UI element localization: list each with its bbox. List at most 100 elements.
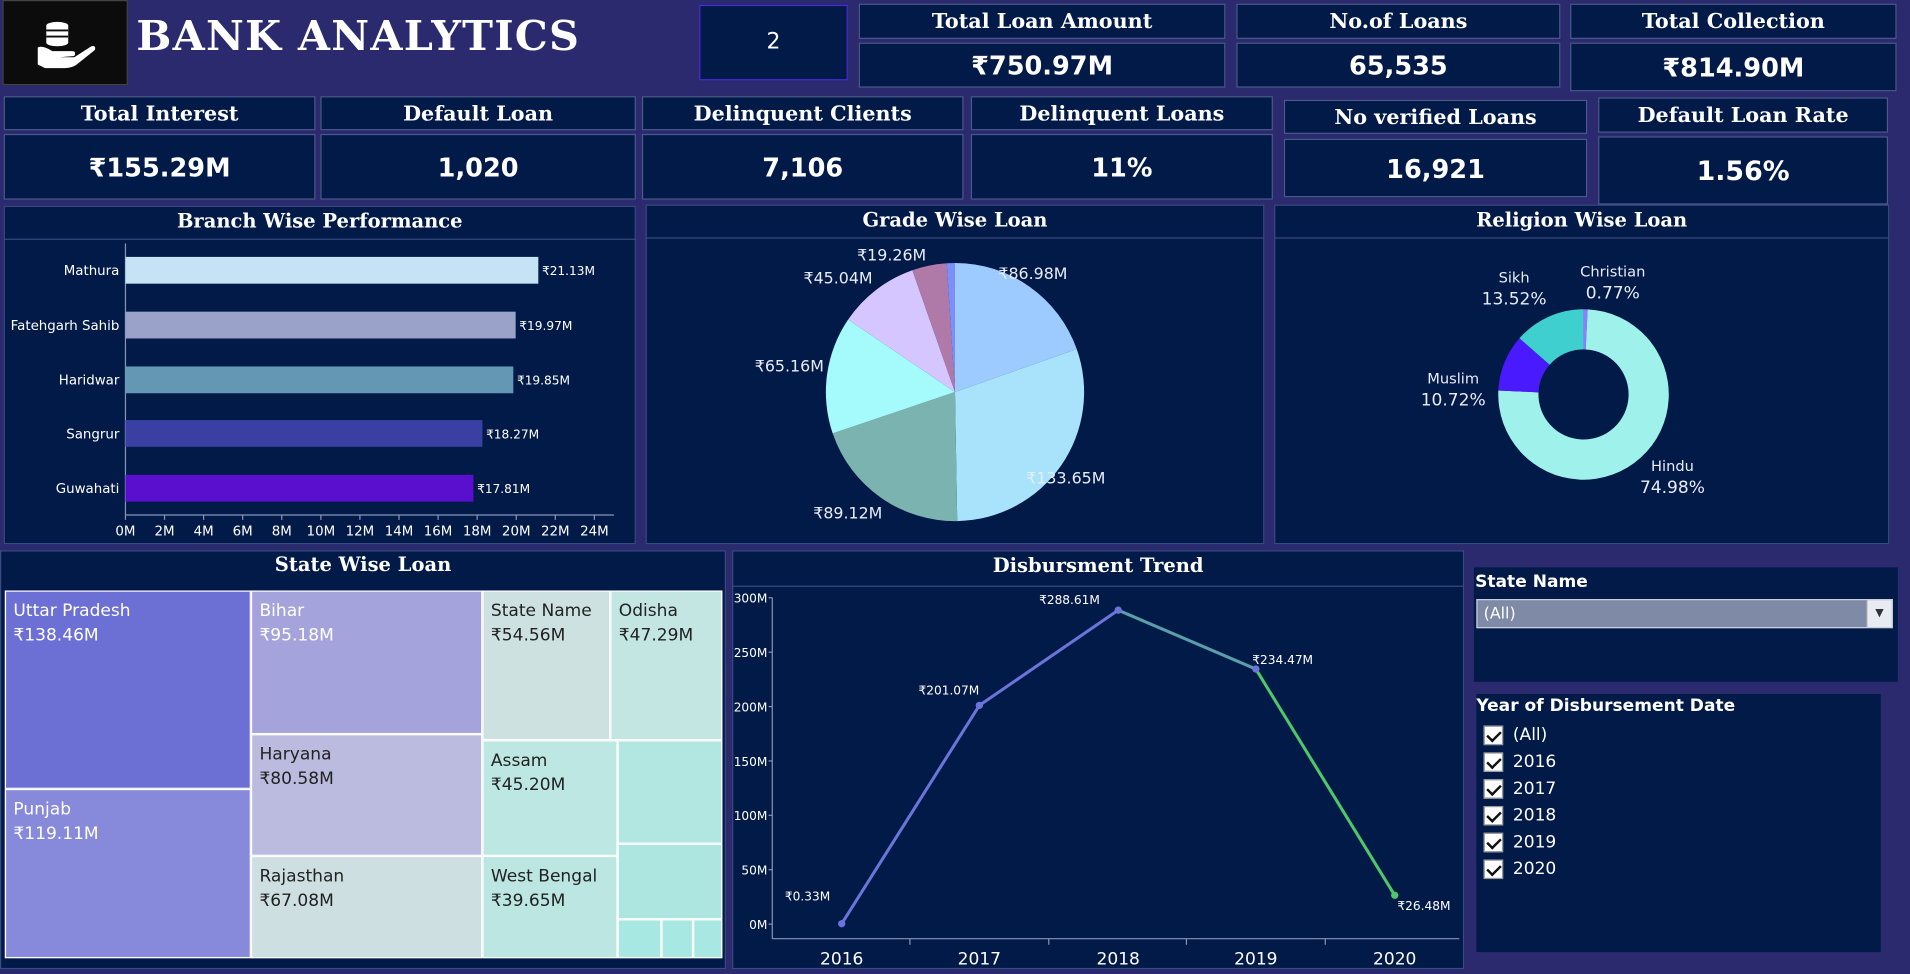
state-treemap: Uttar Pradesh ₹138.46M Punjab ₹119.11M B… [4, 590, 723, 959]
treemap-cell-label: Punjab [13, 799, 72, 820]
treemap-cell-label: Haryana [259, 745, 332, 765]
x-tick-label: 20M [502, 525, 531, 540]
checkbox-checked-icon[interactable] [1483, 805, 1504, 826]
branch-chart-title: Branch Wise Performance [3, 208, 636, 240]
bar-category-label: Haridwar [59, 374, 120, 389]
treemap-cell-rajasthan[interactable]: Rajasthan ₹67.08M [250, 855, 483, 959]
bar-guwahati [125, 474, 474, 502]
treemap-cell-unlabeled[interactable] [617, 843, 723, 920]
bar-category-label: Sangrur [66, 427, 120, 442]
treemap-cell-odisha[interactable]: Odisha ₹47.29M [610, 590, 723, 741]
trend-chart-title: Disbursment Trend [732, 553, 1465, 587]
bar-mathura [125, 256, 539, 284]
kpi-default-loan-rate-value: 1.56% [1598, 136, 1889, 205]
checkbox-checked-icon[interactable] [1483, 859, 1504, 880]
year-option-2019[interactable]: 2019 [1483, 832, 1557, 853]
bar-haridwar [125, 366, 514, 394]
year-option-label: 2019 [1512, 832, 1557, 853]
bar-fatehgarh-sahib [125, 311, 516, 339]
checkbox-checked-icon[interactable] [1483, 752, 1504, 772]
y-tick-label: 150M [734, 755, 768, 769]
checkbox-checked-icon[interactable] [1483, 832, 1504, 853]
year-option-2017[interactable]: 2017 [1483, 779, 1556, 799]
year-option-label: 2018 [1512, 805, 1557, 826]
trend-data-label: ₹201.07M [919, 683, 980, 697]
bar-category-label: Mathura [64, 264, 120, 279]
branch-bar-chart: Mathura ₹21.13M Fatehgarh Sahib ₹19.97M Hari… [11, 243, 614, 540]
treemap-cell-unlabeled[interactable] [693, 919, 723, 959]
state-filter-value: (All) [1483, 605, 1516, 624]
treemap-cell-assam[interactable]: Assam ₹45.20M [482, 740, 618, 856]
bar-data-label: ₹17.81M [477, 482, 530, 496]
treemap-cell-value: ₹67.08M [259, 891, 334, 911]
treemap-cell-label: Rajasthan [259, 866, 345, 887]
trend-point [1391, 891, 1399, 899]
state-filter-label: State Name [1475, 572, 1588, 592]
pie-slice-label: ₹19.26M [857, 246, 926, 265]
treemap-cell-value: ₹54.56M [490, 625, 566, 646]
checkbox-checked-icon[interactable] [1483, 779, 1504, 799]
chevron-down-icon[interactable]: ▼ [1866, 600, 1892, 628]
x-tick-label: 2018 [1097, 949, 1140, 969]
grade-pie-chart: ₹86.98M ₹133.65M ₹89.12M ₹65.16M ₹45.04M ₹19.… [755, 246, 1106, 523]
treemap-cell-value: ₹39.65M [490, 891, 566, 911]
pie-slice-label: ₹133.65M [1026, 468, 1105, 487]
treemap-cell-unlabeled[interactable] [617, 919, 662, 959]
treemap-cell-unlabeled[interactable] [661, 919, 694, 959]
kpi-default-loan-rate-title: Default Loan Rate [1598, 97, 1889, 133]
x-tick-label: 4M [194, 525, 214, 540]
kpi-no-verified-loans-title: No verified Loans [1283, 99, 1588, 134]
treemap-cell-value: ₹47.29M [618, 625, 694, 646]
year-option-all[interactable]: (All) [1483, 725, 1548, 746]
trend-line-segment [1254, 668, 1397, 897]
year-option-2016[interactable]: 2016 [1483, 752, 1556, 772]
treemap-cell-west-bengal[interactable]: West Bengal ₹39.65M [482, 855, 618, 959]
pie-slice-label: ₹89.12M [813, 504, 882, 523]
treemap-cell-uttar-pradesh[interactable]: Uttar Pradesh ₹138.46M [4, 590, 251, 789]
logo-box [2, 0, 128, 86]
donut-percent-label: 10.72% [1421, 390, 1486, 410]
kpi-total-interest-value: ₹155.29M [3, 133, 316, 200]
year-option-2018[interactable]: 2018 [1483, 805, 1557, 826]
donut-category-label: Muslim [1427, 371, 1479, 388]
donut-percent-label: 0.77% [1586, 283, 1640, 303]
treemap-cell-value: ₹138.46M [13, 625, 99, 646]
kpi-no-verified-loans-value: 16,921 [1283, 138, 1588, 198]
treemap-cell-label: West Bengal [490, 866, 598, 887]
treemap-cell-bihar[interactable]: Bihar ₹95.18M [250, 590, 483, 735]
x-tick-label: 2M [155, 525, 175, 540]
year-option-label: (All) [1512, 725, 1548, 746]
y-tick-label: 0M [749, 918, 767, 932]
bar-data-label: ₹19.85M [517, 374, 570, 388]
year-filter-label: Year of Disbursement Date [1476, 696, 1736, 716]
y-tick-label: 300M [734, 592, 768, 606]
y-tick-label: 250M [734, 646, 768, 660]
donut-category-label: Christian [1580, 263, 1645, 280]
kpi-total-loan-amount-title: Total Loan Amount [858, 3, 1226, 39]
state-filter-dropdown[interactable]: (All) ▼ [1476, 599, 1893, 629]
x-tick-label: 8M [272, 525, 292, 540]
bar-category-label: Guwahati [56, 482, 120, 497]
year-option-2020[interactable]: 2020 [1483, 859, 1556, 880]
x-tick-label: 10M [307, 525, 336, 540]
kpi-total-interest-title: Total Interest [3, 96, 316, 131]
donut-percent-label: 13.52% [1482, 289, 1547, 309]
state-chart-title: State Wise Loan [274, 552, 452, 576]
kpi-total-collection-title: Total Collection [1570, 3, 1897, 39]
pie-slice-label: ₹65.16M [755, 356, 824, 375]
trend-data-label: ₹288.61M [1039, 593, 1100, 607]
kpi-no-of-loans-title: No.of Loans [1236, 3, 1561, 39]
kpi-delinquent-clients-value: 7,106 [641, 133, 964, 200]
checkbox-checked-icon[interactable] [1483, 725, 1504, 746]
treemap-cell-haryana[interactable]: Haryana ₹80.58M [250, 734, 483, 856]
kpi-total-loan-amount-value: ₹750.97M [858, 42, 1226, 88]
trend-line-segment [1117, 608, 1257, 671]
treemap-cell-label: State Name [490, 601, 592, 621]
bank-hand-icon [37, 21, 96, 69]
page-title: BANK ANALYTICS [136, 12, 581, 61]
pie-slice-label: ₹45.04M [804, 269, 873, 288]
treemap-cell-state-name[interactable]: State Name ₹54.56M [482, 590, 611, 741]
treemap-cell-unlabeled[interactable] [617, 740, 723, 844]
treemap-cell-punjab[interactable]: Punjab ₹119.11M [4, 788, 251, 959]
kpi-no-of-loans-value: 65,535 [1236, 42, 1561, 88]
